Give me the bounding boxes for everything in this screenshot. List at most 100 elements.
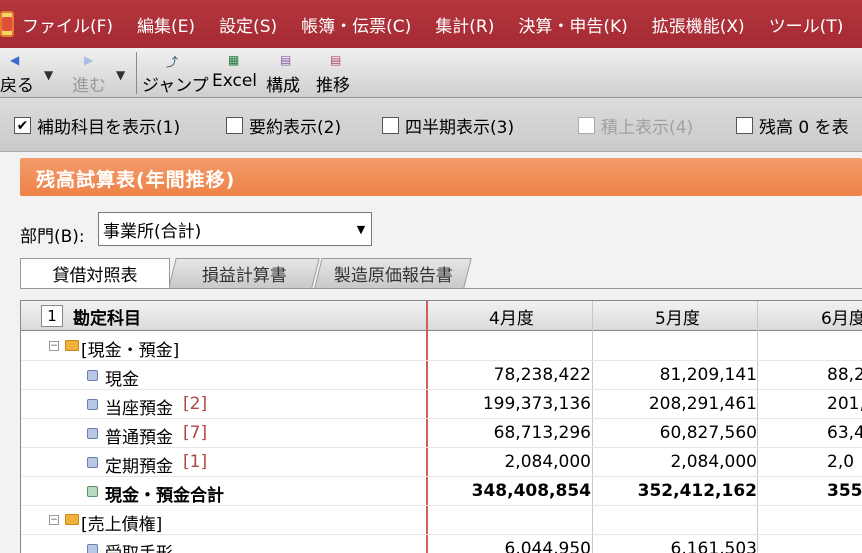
back-arrow-icon: ◀ xyxy=(10,53,20,67)
group-row[interactable]: − [現金・預金] xyxy=(21,332,862,361)
menu-settings[interactable]: 設定(S) xyxy=(219,12,277,37)
back-button[interactable]: ◀ 戻る xyxy=(0,48,44,98)
folder-icon xyxy=(65,340,79,351)
collapse-icon[interactable]: − xyxy=(49,341,59,351)
table-row[interactable]: 現金 78,238,422 81,209,141 88,2 xyxy=(21,361,862,390)
cell-value[interactable]: 2,084,000 xyxy=(504,452,591,472)
jump-icon: ⤴ xyxy=(166,55,179,69)
chevron-down-icon[interactable]: ▼ xyxy=(351,213,371,245)
level-number[interactable]: 1 xyxy=(41,305,63,327)
checkbox-icon xyxy=(578,117,595,134)
menu-ledger[interactable]: 帳簿・伝票(C) xyxy=(301,12,411,37)
menu-bar: ファイル(F) 編集(E) 設定(S) 帳簿・伝票(C) 集計(R) 決算・申告… xyxy=(0,0,862,48)
table-row[interactable]: 受取手形 6,044,950 6,161,503 xyxy=(21,535,862,553)
page-title: 残高試算表(年間推移) xyxy=(36,169,236,191)
account-name: 現金・預金合計 xyxy=(105,486,224,506)
cell-value[interactable]: 199,373,136 xyxy=(483,394,591,414)
checkbox-icon xyxy=(226,117,243,134)
compose-icon: ▤ xyxy=(280,53,292,67)
back-dropdown[interactable]: ▼ xyxy=(44,48,58,98)
menu-edit[interactable]: 編集(E) xyxy=(137,12,195,37)
checkbox-checked-icon: ✔ xyxy=(14,117,31,134)
jump-button[interactable]: ⤴ ジャンプ xyxy=(142,48,209,98)
forward-dropdown[interactable]: ▼ xyxy=(116,48,130,98)
sub-account-count: [7] xyxy=(183,423,208,443)
quarter-display-checkbox[interactable]: 四半期表示(3) xyxy=(382,113,514,138)
excel-icon: ▦ xyxy=(228,53,240,67)
dropdown-arrow-icon: ▼ xyxy=(116,68,126,82)
cell-value[interactable]: 208,291,461 xyxy=(649,394,757,414)
menu-closing[interactable]: 決算・申告(K) xyxy=(518,12,627,37)
department-value: 事業所(合計) xyxy=(103,222,202,242)
forward-arrow-icon: ▶ xyxy=(84,53,94,67)
header-account[interactable]: 勘定科目 xyxy=(73,301,141,331)
sub-account-count: [1] xyxy=(183,452,208,472)
table-row[interactable]: 普通預金 [7] 68,713,296 60,827,560 63,4 xyxy=(21,419,862,448)
account-name: 受取手形 xyxy=(105,539,173,553)
total-row[interactable]: 現金・預金合計 348,408,854 352,412,162 355,0 xyxy=(21,477,862,506)
account-name: 定期預金 xyxy=(105,457,173,477)
group-row[interactable]: − [売上債権] xyxy=(21,506,862,535)
trial-balance-grid: 1 勘定科目 4月度 5月度 6月度 − [現金・預金] 現金 78,238,422 8… xyxy=(20,300,862,553)
header-month-1[interactable]: 4月度 xyxy=(489,301,534,331)
options-bar: ✔ 補助科目を表示(1) 要約表示(2) 四半期表示(3) 積上表示(4) 残高… xyxy=(0,98,862,152)
account-name: 現金 xyxy=(105,370,139,390)
menu-extensions[interactable]: 拡張機能(X) xyxy=(652,12,745,37)
account-name: [現金・預金] xyxy=(81,341,180,361)
cell-value[interactable]: 78,238,422 xyxy=(494,365,591,385)
tab-divider xyxy=(20,288,862,289)
tab-manufacturing-cost[interactable]: 製造原価報告書 xyxy=(314,258,472,288)
cell-value[interactable]: 68,713,296 xyxy=(494,423,591,443)
table-row[interactable]: 当座預金 [2] 199,373,136 208,291,461 201,3 xyxy=(21,390,862,419)
checkbox-icon xyxy=(736,117,753,134)
cell-value[interactable]: 355,0 xyxy=(827,481,862,501)
summary-display-checkbox[interactable]: 要約表示(2) xyxy=(226,113,341,138)
menu-file[interactable]: ファイル(F) xyxy=(22,12,113,37)
folder-icon xyxy=(65,514,79,525)
department-select[interactable]: 事業所(合計) ▼ xyxy=(98,212,372,246)
cell-value[interactable]: 2,0 xyxy=(827,452,854,472)
forward-button[interactable]: ▶ 進む xyxy=(70,48,114,98)
grid-header: 1 勘定科目 4月度 5月度 6月度 xyxy=(21,301,862,331)
cell-value[interactable]: 348,408,854 xyxy=(472,481,591,501)
show-sub-accounts-checkbox[interactable]: ✔ 補助科目を表示(1) xyxy=(14,113,180,138)
tab-balance-sheet[interactable]: 貸借対照表 xyxy=(20,258,170,288)
table-row[interactable]: 定期預金 [1] 2,084,000 2,084,000 2,0 xyxy=(21,448,862,477)
toolbar: ◀ 戻る ▼ ▶ 進む ▼ ⤴ ジャンプ ▦ Excel ▤ 構成 ▤ 推移 xyxy=(0,48,862,98)
cell-value[interactable]: 88,2 xyxy=(827,365,862,385)
total-account-icon xyxy=(87,486,98,497)
compose-button[interactable]: ▤ 構成 xyxy=(266,48,310,98)
cell-value[interactable]: 6,161,503 xyxy=(670,539,757,553)
sub-account-count: [2] xyxy=(183,394,208,414)
cell-value[interactable]: 81,209,141 xyxy=(660,365,757,385)
header-month-3[interactable]: 6月度 xyxy=(821,301,862,331)
account-name: 普通預金 xyxy=(105,428,173,448)
account-icon xyxy=(87,544,98,553)
trend-icon: ▤ xyxy=(330,53,342,67)
cell-value[interactable]: 352,412,162 xyxy=(638,481,757,501)
dropdown-arrow-icon: ▼ xyxy=(44,68,54,82)
tab-income-statement[interactable]: 損益計算書 xyxy=(168,258,320,288)
app-icon[interactable] xyxy=(0,11,14,37)
department-label: 部門(B): xyxy=(20,227,85,247)
account-icon xyxy=(87,457,98,468)
cell-value[interactable]: 201,3 xyxy=(827,394,862,414)
excel-button[interactable]: ▦ Excel xyxy=(212,48,260,98)
report-title-bar: 残高試算表(年間推移) xyxy=(20,158,862,196)
cell-value[interactable]: 63,4 xyxy=(827,423,862,443)
trend-button[interactable]: ▤ 推移 xyxy=(316,48,360,98)
content-area: 残高試算表(年間推移) 部門(B): 事業所(合計) ▼ 貸借対照表 損益計算書… xyxy=(0,152,862,553)
account-icon xyxy=(87,370,98,381)
cell-value[interactable]: 60,827,560 xyxy=(660,423,757,443)
account-icon xyxy=(87,428,98,439)
toolbar-separator xyxy=(136,52,137,94)
header-month-2[interactable]: 5月度 xyxy=(655,301,700,331)
menu-tools[interactable]: ツール(T) xyxy=(769,12,844,37)
zero-balance-checkbox[interactable]: 残高 0 を表 xyxy=(736,113,849,138)
cumulative-display-checkbox: 積上表示(4) xyxy=(578,113,693,138)
cell-value[interactable]: 6,044,950 xyxy=(504,539,591,553)
collapse-icon[interactable]: − xyxy=(49,515,59,525)
cell-value[interactable]: 2,084,000 xyxy=(670,452,757,472)
checkbox-icon xyxy=(382,117,399,134)
menu-aggregate[interactable]: 集計(R) xyxy=(435,12,494,37)
